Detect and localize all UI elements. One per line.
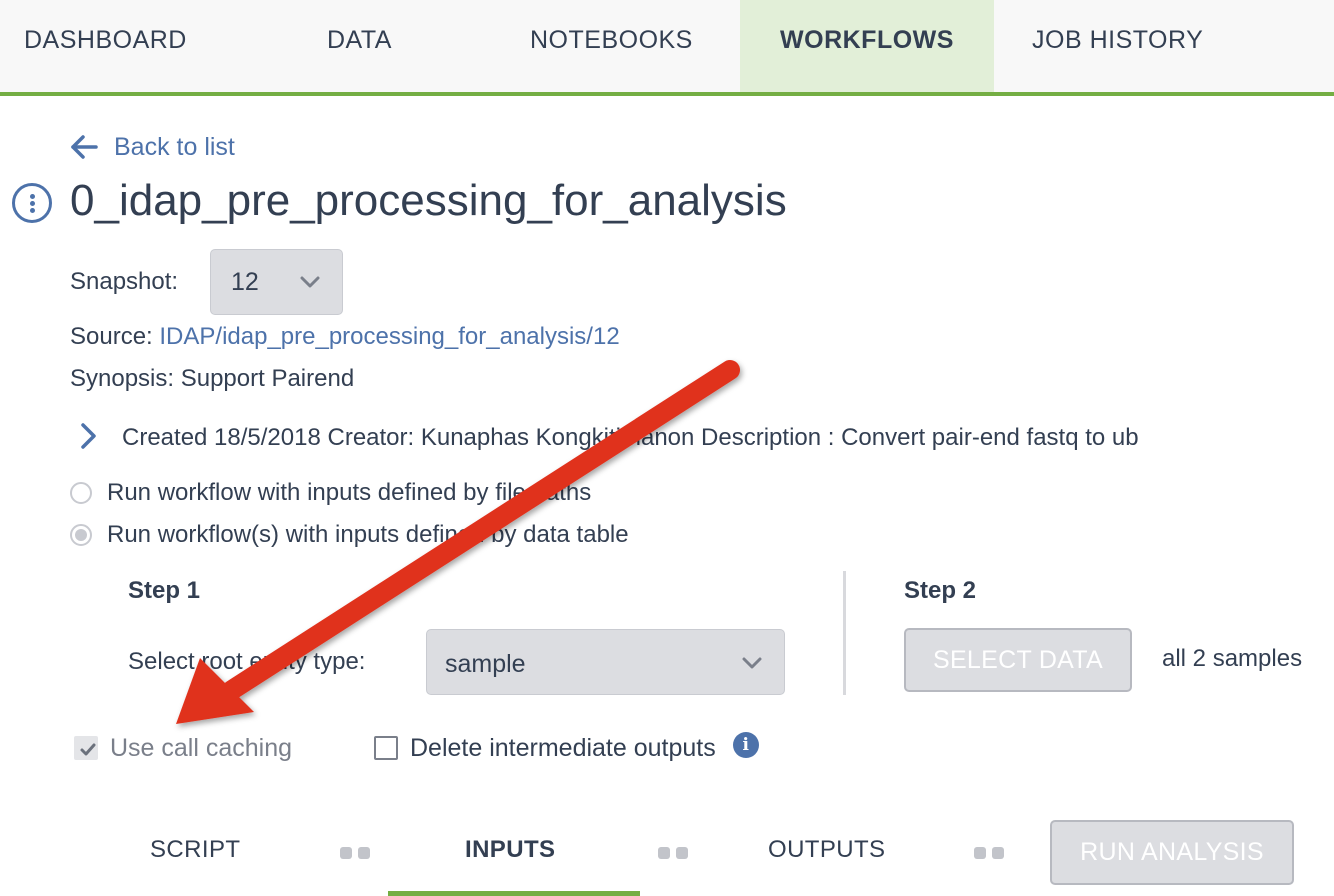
- arrow-left-icon: [71, 135, 98, 159]
- tab-script[interactable]: SCRIPT: [150, 836, 240, 864]
- source-row: Source: IDAP/idap_pre_processing_for_ana…: [70, 323, 620, 351]
- tab-outputs[interactable]: OUTPUTS: [768, 836, 885, 864]
- root-entity-select[interactable]: sample: [426, 629, 785, 695]
- snapshot-select[interactable]: 12: [210, 249, 343, 315]
- use-call-caching-option[interactable]: Use call caching: [74, 733, 292, 763]
- call-caching-checkbox[interactable]: [74, 736, 98, 760]
- samples-count: all 2 samples: [1162, 645, 1303, 672]
- step2-title: Step 2: [904, 577, 977, 604]
- tab-inputs[interactable]: INPUTS: [465, 836, 555, 864]
- tab-job-history[interactable]: JOB HISTORY: [1032, 0, 1292, 92]
- synopsis-text: Synopsis: Support Pairend: [70, 365, 355, 392]
- delete-intermediate-option[interactable]: Delete intermediate outputs i: [374, 732, 759, 763]
- page-title: 0_idap_pre_processing_for_analysis: [70, 176, 787, 225]
- snapshot-label: Snapshot:: [70, 268, 179, 295]
- dots-separator-icon: [974, 847, 1004, 859]
- delete-intermediate-label: Delete intermediate outputs: [410, 733, 716, 762]
- info-icon[interactable]: i: [732, 732, 759, 758]
- radio-button-checked[interactable]: [70, 524, 92, 546]
- workflow-description: Created 18/5/2018 Creator: Kunaphas Kong…: [122, 424, 1139, 451]
- snapshot-value: 12: [231, 268, 259, 296]
- active-tab-underline: [388, 891, 640, 896]
- chevron-right-icon[interactable]: [80, 422, 98, 450]
- call-caching-label: Use call caching: [110, 733, 293, 762]
- step1-title: Step 1: [128, 577, 201, 604]
- root-entity-value: sample: [445, 650, 526, 678]
- chevron-down-icon: [300, 276, 320, 288]
- workflow-menu-icon[interactable]: [12, 183, 52, 223]
- step-divider: [843, 571, 846, 695]
- radio-data-table[interactable]: Run workflow(s) with inputs defined by d…: [70, 520, 629, 550]
- select-data-button[interactable]: SELECT DATA: [904, 628, 1132, 692]
- radio-data-table-label: Run workflow(s) with inputs defined by d…: [107, 521, 629, 548]
- source-label: Source:: [70, 323, 153, 350]
- root-entity-label: Select root entity type:: [128, 648, 366, 675]
- tab-dashboard[interactable]: DASHBOARD: [24, 0, 224, 92]
- checkmark-icon: [80, 743, 96, 756]
- dots-separator-icon: [340, 847, 370, 859]
- top-nav: DASHBOARD DATA NOTEBOOKS WORKFLOWS JOB H…: [0, 0, 1334, 96]
- delete-intermediate-checkbox[interactable]: [374, 736, 398, 760]
- source-link[interactable]: IDAP/idap_pre_processing_for_analysis/12: [159, 323, 619, 350]
- run-analysis-button[interactable]: RUN ANALYSIS: [1050, 820, 1294, 885]
- tab-workflows[interactable]: WORKFLOWS: [740, 0, 994, 92]
- radio-button-unchecked[interactable]: [70, 482, 92, 504]
- back-to-list-label: Back to list: [114, 132, 235, 161]
- tab-notebooks[interactable]: NOTEBOOKS: [530, 0, 730, 92]
- chevron-down-icon: [742, 657, 762, 669]
- radio-file-paths-label: Run workflow with inputs defined by file…: [107, 479, 592, 506]
- tab-data[interactable]: DATA: [327, 0, 447, 92]
- dots-separator-icon: [658, 847, 688, 859]
- radio-file-paths[interactable]: Run workflow with inputs defined by file…: [70, 478, 591, 508]
- back-to-list-link[interactable]: Back to list: [70, 130, 235, 164]
